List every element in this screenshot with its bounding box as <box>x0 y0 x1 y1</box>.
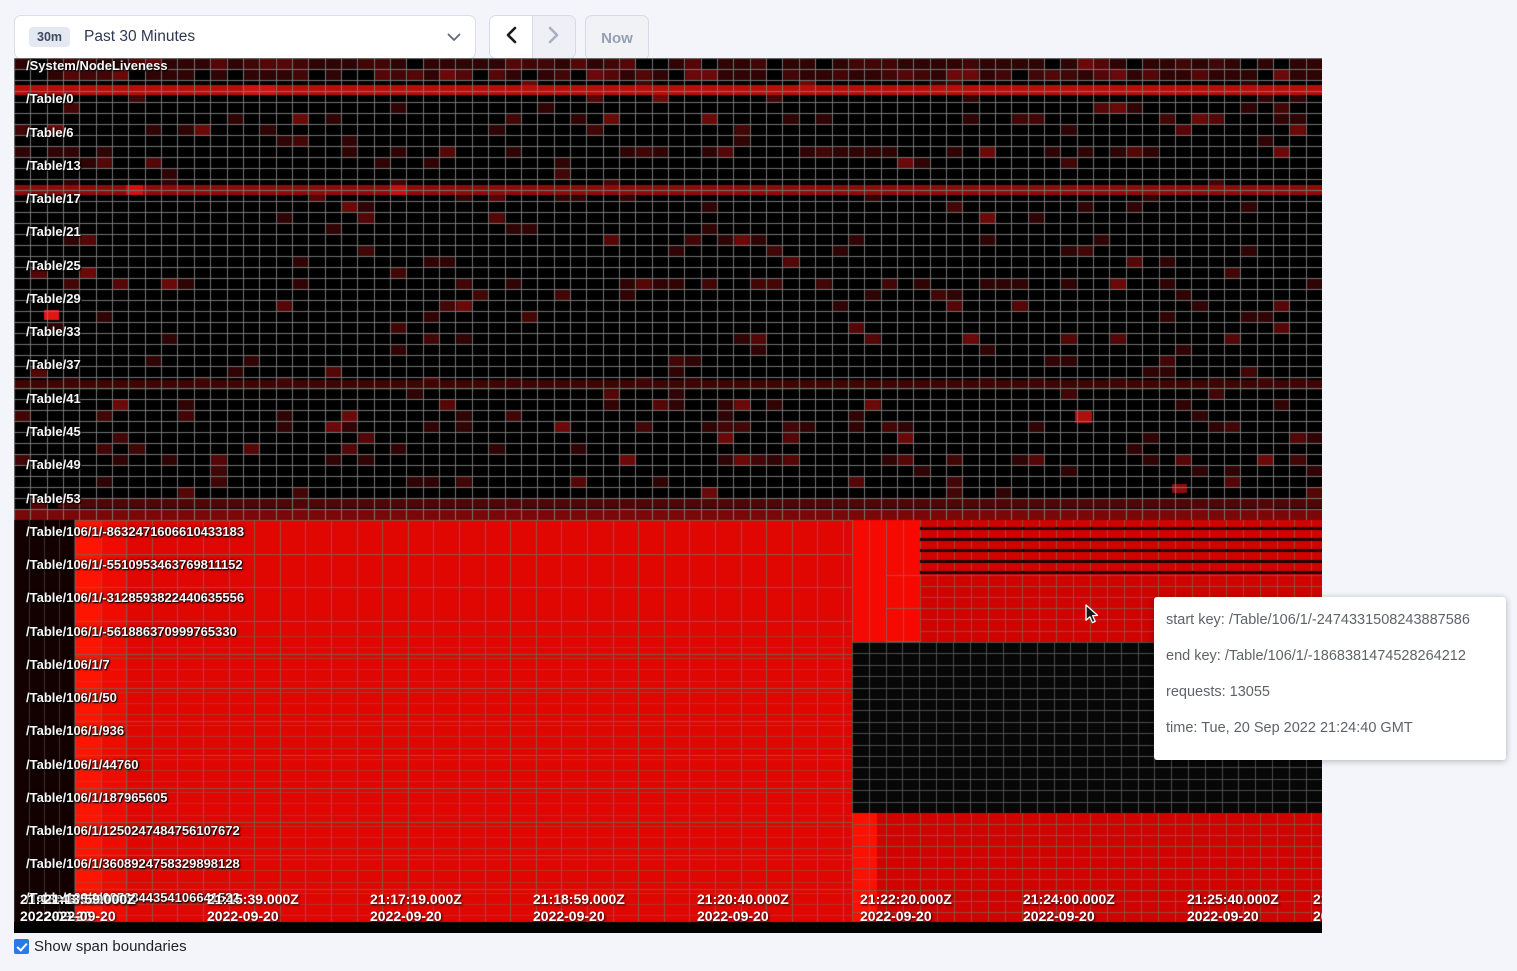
time-back-button[interactable] <box>490 16 533 58</box>
row-label: /Table/17 <box>26 192 81 206</box>
row-label: /Table/106/1/-5510953463769811152 <box>26 558 243 572</box>
tooltip-requests: requests: 13055 <box>1166 684 1494 700</box>
time-range-badge: 30m <box>29 27 70 47</box>
row-label: /Table/0 <box>26 92 73 106</box>
row-label: /Table/45 <box>26 425 81 439</box>
keyspace-heatmap-canvas[interactable] <box>14 58 1322 933</box>
row-label: /Table/6 <box>26 126 73 140</box>
row-label: /Table/53 <box>26 492 81 506</box>
row-label: /Table/29 <box>26 292 81 306</box>
chevron-right-icon <box>548 26 560 49</box>
row-label: /Table/106/1/44760 <box>26 758 139 772</box>
key-visualizer-page: 30m Past 30 Minutes Now /System/NodeLive… <box>0 0 1517 971</box>
row-label: /Table/106/1/50 <box>26 691 117 705</box>
x-axis-tick: 21:15:39.000Z2022-09-20 <box>207 891 299 925</box>
row-label: /Table/37 <box>26 358 81 372</box>
chevron-left-icon <box>505 26 517 49</box>
tooltip-start-key: start key: /Table/106/1/-247433150824388… <box>1166 612 1494 628</box>
footer-controls: Show span boundaries <box>14 938 187 955</box>
time-range-select[interactable]: 30m Past 30 Minutes <box>14 15 476 59</box>
row-label: /Table/106/1/-3128593822440635556 <box>26 591 244 605</box>
time-nav-group <box>489 15 576 59</box>
x-axis-tick: 21:17:19.000Z2022-09-20 <box>370 891 462 925</box>
row-label: /Table/106/1/3608924758329898128 <box>26 857 240 871</box>
row-label: /Table/106/1/187965605 <box>26 791 167 805</box>
row-label: /Table/106/1/-8632471606610433183 <box>26 525 244 539</box>
time-range-label: Past 30 Minutes <box>84 28 195 46</box>
row-label: /Table/106/1/-561886370999765330 <box>26 625 237 639</box>
x-axis-tick: 21:13:59.000Z2022-09-20 <box>44 891 136 925</box>
row-label: /Table/41 <box>26 392 81 406</box>
tooltip-end-key: end key: /Table/106/1/-18683814745282642… <box>1166 648 1494 664</box>
chevron-down-icon <box>447 33 461 42</box>
tooltip-time: time: Tue, 20 Sep 2022 21:24:40 GMT <box>1166 720 1494 736</box>
row-label: /Table/106/1/1250247484756107672 <box>26 824 240 838</box>
keyspace-heatmap[interactable]: /System/NodeLiveness/Table/0/Table/6/Tab… <box>14 58 1322 933</box>
row-label: /Table/25 <box>26 259 81 273</box>
row-label: /Table/21 <box>26 225 81 239</box>
x-axis-tick: 21:22:20.000Z2022-09-20 <box>860 891 952 925</box>
x-axis-tick: 21:18:59.000Z2022-09-20 <box>533 891 625 925</box>
x-axis-tick: 21:24:00.000Z2022-09-20 <box>1023 891 1115 925</box>
x-axis-tick: 21:27:20.000Z2022-09-20 <box>1313 891 1322 925</box>
row-label: /Table/106/1/7 <box>26 658 110 672</box>
show-span-boundaries-checkbox[interactable] <box>14 939 29 954</box>
x-axis-tick: 21:25:40.000Z2022-09-20 <box>1187 891 1279 925</box>
cell-tooltip: start key: /Table/106/1/-247433150824388… <box>1154 597 1506 760</box>
row-label: /Table/49 <box>26 458 81 472</box>
row-label: /Table/106/1/936 <box>26 724 124 738</box>
show-span-boundaries-label: Show span boundaries <box>34 938 187 955</box>
now-button[interactable]: Now <box>585 15 649 61</box>
row-label: /Table/33 <box>26 325 81 339</box>
mouse-cursor-icon <box>1085 604 1101 631</box>
row-label: /Table/13 <box>26 159 81 173</box>
time-forward-button[interactable] <box>533 16 575 58</box>
x-axis-tick: 21:20:40.000Z2022-09-20 <box>697 891 789 925</box>
row-label: /System/NodeLiveness <box>26 59 168 73</box>
